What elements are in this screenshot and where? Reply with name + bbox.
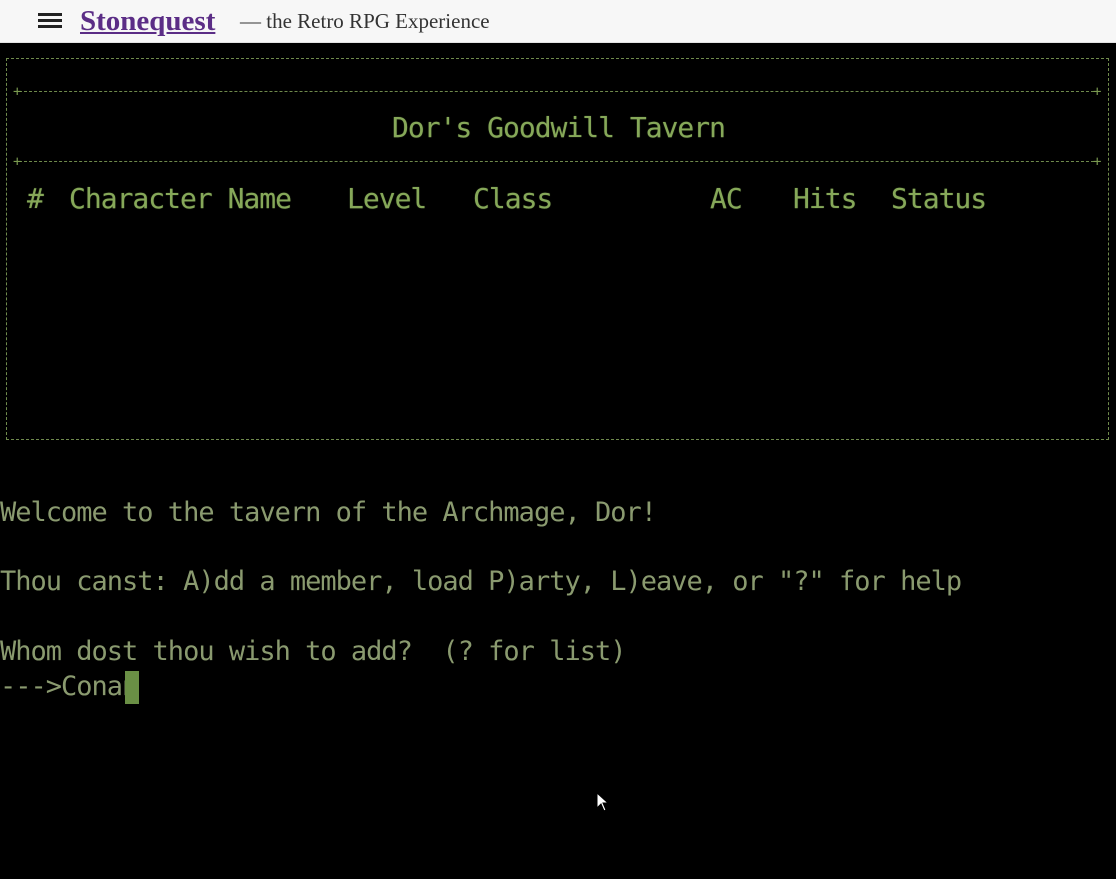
column-header-hits: Hits: [793, 182, 857, 215]
top-bar: Stonequest — the Retro RPG Experience: [0, 0, 1116, 43]
game-screen[interactable]: + + + + Dor's Goodwill Tavern # Characte…: [0, 43, 1116, 879]
add-prompt-message: Whom dost thou wish to add? (? for list): [0, 636, 626, 667]
divider-corner-icon: +: [13, 84, 22, 100]
hamburger-menu-icon[interactable]: [38, 12, 62, 30]
column-header-status: Status: [891, 182, 987, 215]
column-header-character-name: Character Name: [69, 182, 292, 215]
mouse-pointer-icon: [596, 792, 610, 812]
column-header-class: Class: [473, 182, 553, 215]
divider-corner-icon: +: [13, 154, 22, 170]
site-tagline: — the Retro RPG Experience: [240, 9, 490, 33]
divider-corner-icon: +: [1093, 154, 1102, 170]
tavern-title: Dor's Goodwill Tavern: [391, 111, 726, 144]
text-cursor: [125, 671, 139, 704]
panel-divider-header: [19, 161, 1099, 162]
prompt-marker: --->: [0, 671, 62, 702]
welcome-message: Welcome to the tavern of the Archmage, D…: [0, 497, 657, 528]
divider-corner-icon: +: [1093, 84, 1102, 100]
options-message: Thou canst: A)dd a member, load P)arty, …: [0, 566, 962, 597]
tavern-panel: + + + + Dor's Goodwill Tavern # Characte…: [6, 58, 1109, 440]
column-header-ac: AC: [710, 182, 743, 215]
panel-divider-top: [19, 91, 1099, 92]
column-header-number: #: [27, 182, 44, 215]
site-title-link[interactable]: Stonequest: [80, 2, 215, 40]
command-input-line[interactable]: --->Conan: [0, 670, 138, 704]
column-header-level: Level: [347, 182, 427, 215]
